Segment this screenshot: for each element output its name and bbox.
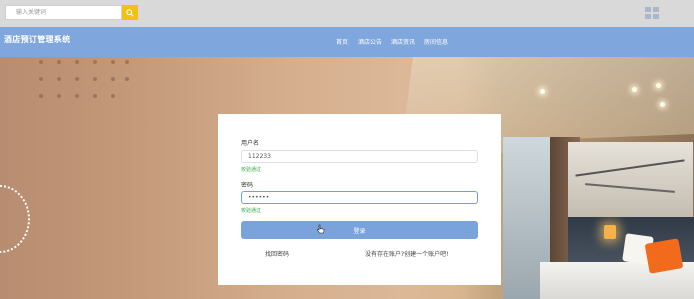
login-button-label: 登录 [353,227,366,235]
nav-bar: 酒店预订管理系统 首页 酒店公告 酒店资讯 房间信息 [0,27,694,57]
password-field[interactable]: •••••• [241,191,478,204]
ceiling-light [632,87,637,92]
decorative-dot [57,77,61,81]
password-label: 密码 [241,182,254,189]
search-icon [126,8,134,17]
username-field[interactable]: 112233 [241,150,478,163]
login-button[interactable]: 登录 [241,221,478,239]
decorative-dot [111,60,115,64]
decorative-dot [111,94,115,98]
decorative-dot [39,60,43,64]
decorative-dot [75,77,79,81]
username-status: 校验通过 [241,167,262,173]
decorative-dot [57,60,61,64]
hand-cursor-icon [317,224,325,234]
decorative-dot [39,94,43,98]
decorative-dot [57,94,61,98]
register-link[interactable]: 没有存在账户?创建一个账户吧! [365,249,449,258]
ceiling-light [660,102,665,107]
forgot-password-link[interactable]: 找回密码 [265,249,289,258]
nav-item-news[interactable]: 酒店资讯 [391,37,415,46]
decorative-arc [0,185,30,253]
nav-item-home[interactable]: 首页 [336,37,348,46]
ceiling-light [540,89,545,94]
site-title: 酒店预订管理系统 [4,35,71,44]
password-status: 校验通过 [241,208,262,214]
decorative-dot [93,60,97,64]
decorative-dot [75,60,79,64]
grid-icon[interactable] [645,7,661,21]
pillow [644,238,684,274]
decorative-dot [39,77,43,81]
lamp [604,225,616,239]
username-label: 用户名 [241,140,260,147]
decorative-dot [93,94,97,98]
ceiling-light [656,83,661,88]
top-bar: 输入关键词 [0,0,694,27]
nav-item-rooms[interactable]: 房间信息 [424,37,448,46]
search-button[interactable] [122,5,138,20]
login-card: 用户名 112233 校验通过 密码 •••••• 校验通过 登录 找回密码 没… [218,114,501,285]
decorative-dot [93,77,97,81]
decorative-dot [125,77,129,81]
nav-item-notices[interactable]: 酒店公告 [358,37,382,46]
decorative-dot [125,60,129,64]
decorative-dot [75,94,79,98]
decorative-dot [111,77,115,81]
search-input[interactable]: 输入关键词 [5,5,122,20]
